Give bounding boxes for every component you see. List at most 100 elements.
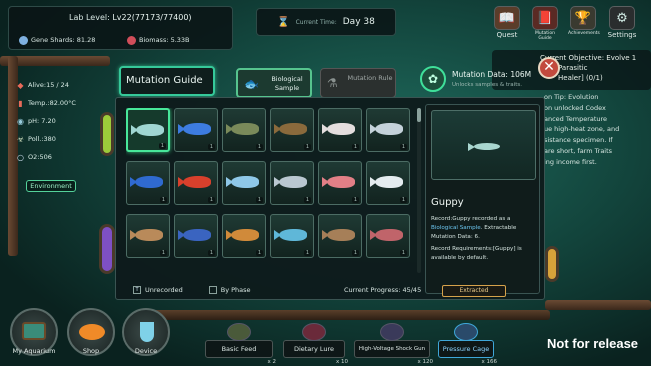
specimen-detail: Guppy Record:Guppy recorded as a Biologi…: [425, 104, 540, 297]
tool-pressure-cage[interactable]: Pressure Cage x 166: [438, 323, 497, 365]
biomass-icon: [127, 35, 136, 45]
tool-shock-gun[interactable]: High-Voltage Shock Gun x 120: [354, 323, 433, 365]
objective-line-2: Parasitic: [558, 64, 588, 72]
fish-image: [375, 176, 403, 188]
shop-label: Shop: [82, 347, 100, 355]
specimen-cell[interactable]: 1: [366, 108, 410, 152]
close-icon[interactable]: ✕: [538, 57, 560, 79]
by-phase-checkbox[interactable]: [208, 286, 217, 294]
tab-mutation-guide[interactable]: Mutation Guide: [119, 66, 215, 96]
unrecorded-legend-icon: T: [133, 286, 141, 294]
fish-image: [279, 229, 307, 241]
specimen-cell[interactable]: 1: [366, 214, 410, 258]
specimen-count: 1: [159, 197, 167, 203]
achievements-button[interactable]: 🏆 Achievements: [568, 6, 600, 46]
specimen-cell[interactable]: 1: [174, 214, 218, 258]
tool-basic-feed[interactable]: Basic Feed x 2: [205, 323, 276, 365]
oxygen-icon: ○: [17, 152, 24, 162]
my-aquarium-label: My Aquarium: [12, 347, 56, 355]
specimen-cell[interactable]: 1: [270, 161, 314, 205]
specimen-cell[interactable]: 1: [270, 214, 314, 258]
tip-line: ue high-heat zone, and: [544, 125, 620, 134]
legend: T Unrecorded By Phase: [133, 286, 251, 294]
flask-icon: [140, 322, 154, 342]
specimen-cell[interactable]: 1: [222, 108, 266, 152]
trophy-icon: 🏆: [570, 6, 596, 30]
tab-mutation-rule[interactable]: ⚗ Mutation Rule: [320, 68, 396, 98]
specimen-cell[interactable]: 1: [174, 108, 218, 152]
lab-level-panel: Lab Level: Lv22(77173/77400) Gene Shards…: [8, 6, 233, 50]
pipe: [150, 310, 550, 320]
current-progress: Current Progress: 45/45: [344, 286, 422, 294]
fish-image: [375, 229, 403, 241]
specimen-count: 1: [303, 144, 311, 150]
specimen-cell[interactable]: 1: [318, 161, 362, 205]
tip-line: ing income first.: [544, 157, 597, 166]
specimen-count: 1: [351, 144, 359, 150]
specimen-count: 1: [399, 144, 407, 150]
quest-label: Quest: [496, 31, 518, 39]
tool-pressure-cage-label: Pressure Cage: [442, 345, 490, 353]
tool-dietary-lure-label: Dietary Lure: [293, 345, 335, 353]
tab-biological-sample[interactable]: 🐟 Biological Sample: [236, 68, 312, 98]
specimen-cell[interactable]: 1: [366, 161, 410, 205]
stat-temp: ▮ Temp.:82.00°C: [16, 94, 76, 112]
grid-scrollbar[interactable]: [417, 108, 421, 273]
fish-image: [136, 124, 164, 136]
fish-icon: ◆: [17, 80, 24, 90]
specimen-count: 1: [255, 144, 263, 150]
shock-gun-icon: [380, 323, 404, 341]
dna-icon: ⚗: [327, 76, 338, 90]
specimen-cell[interactable]: 1: [222, 214, 266, 258]
settings-button[interactable]: ⚙ Settings: [607, 6, 637, 46]
fish-image: [135, 229, 163, 241]
green-tank: [100, 112, 114, 156]
hourglass-icon: ⌛: [277, 16, 290, 28]
scrollbar-thumb[interactable]: [417, 108, 421, 122]
stat-ph: ◉ pH: 7.20: [16, 112, 76, 130]
specimen-cell[interactable]: 1: [318, 108, 362, 152]
fish-image: [231, 123, 259, 135]
stat-pollution-label: Poll.:380: [28, 135, 56, 143]
cage-icon: [454, 323, 478, 341]
gear-icon: ⚙: [609, 6, 635, 30]
fish-image: [135, 176, 163, 188]
specimen-cell[interactable]: 1: [126, 108, 170, 152]
specimen-cell[interactable]: 1: [270, 108, 314, 152]
fish-image: [327, 176, 355, 188]
tool-basic-feed-qty: x 2: [267, 359, 276, 365]
environment-button[interactable]: Environment: [26, 180, 76, 192]
specimen-cell[interactable]: 1: [222, 161, 266, 205]
tip-text: on Tip: Evolution on unlocked Codex ance…: [544, 92, 651, 168]
specimen-cell[interactable]: 1: [126, 214, 170, 258]
fish-icon: 🐟: [244, 77, 259, 91]
environment-stats: ◆ Alive:15 / 24 ▮ Temp.:82.00°C ◉ pH: 7.20 …: [16, 76, 76, 166]
record-highlight: Biological Sample: [431, 224, 481, 231]
specimen-count: 1: [255, 250, 263, 256]
stat-pollution: ☣ Poll.:380: [16, 130, 76, 148]
extracted-button[interactable]: Extracted: [442, 285, 506, 297]
specimen-count: 1: [351, 197, 359, 203]
current-time-panel: ⌛ Current Time: Day 38: [256, 8, 396, 36]
not-for-release-watermark: Not for release: [547, 336, 639, 351]
tool-dietary-lure[interactable]: Dietary Lure x 10: [283, 323, 348, 365]
specimen-record: Record:Guppy recorded as a Biological Sa…: [431, 215, 536, 241]
biomass-chip: Biomass: 5.33B: [127, 33, 190, 47]
stat-alive-label: Alive:15 / 24: [28, 81, 69, 89]
mutation-guide-label: Mutation Guide: [535, 31, 555, 41]
record-requirements: Record Requirements:[Guppy] is available…: [431, 246, 522, 261]
fish-image: [279, 123, 307, 135]
tool-pressure-cage-qty: x 166: [481, 359, 497, 365]
guppy-image: [474, 143, 500, 150]
fish-image: [327, 229, 355, 241]
specimen-cell[interactable]: 1: [174, 161, 218, 205]
tab-mutation-guide-label: Mutation Guide: [126, 75, 203, 86]
mutation-guide-button[interactable]: 📕 Mutation Guide: [530, 6, 560, 46]
specimen-cell[interactable]: 1: [126, 161, 170, 205]
specimen-cell[interactable]: 1: [318, 214, 362, 258]
specimen-count: 1: [159, 250, 167, 256]
specimen-count: 1: [303, 250, 311, 256]
purple-tank: [99, 224, 115, 274]
tool-shock-gun-qty: x 120: [417, 359, 433, 365]
quest-button[interactable]: 📖 Quest: [492, 6, 522, 46]
